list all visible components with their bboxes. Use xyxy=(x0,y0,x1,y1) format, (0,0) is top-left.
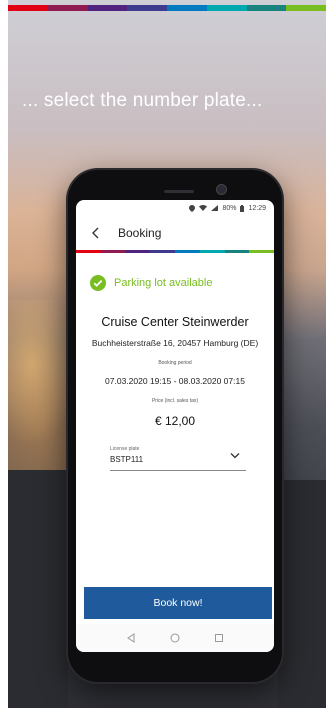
check-circle-icon xyxy=(90,275,106,291)
status-time: 12:29 xyxy=(248,204,266,212)
availability-text: Parking lot available xyxy=(114,277,213,289)
app-strip-segment xyxy=(249,250,274,253)
app-strip-segment xyxy=(76,250,101,253)
brand-color-strip xyxy=(8,5,326,11)
headline: ... select the number plate... xyxy=(22,90,263,111)
location-icon xyxy=(189,204,196,212)
booking-period-label: Booking period xyxy=(158,360,192,366)
nav-back-icon[interactable] xyxy=(126,633,136,643)
app-strip-segment xyxy=(125,250,151,253)
location-address: Buchheisterstraße 16, 20457 Hamburg (DE) xyxy=(91,338,259,348)
license-plate-dropdown[interactable]: License plate BSTP111 xyxy=(110,446,246,471)
hill xyxy=(8,470,68,708)
phone-screen: 80% 12:29 Booking Parking lot available … xyxy=(76,200,274,652)
back-arrow-icon[interactable] xyxy=(86,224,104,242)
nav-recents-icon[interactable] xyxy=(214,633,224,643)
signal-icon xyxy=(211,205,219,211)
location-name: Cruise Center Steinwerder xyxy=(101,315,249,329)
app-strip-segment xyxy=(100,250,126,253)
phone-camera xyxy=(216,184,227,195)
book-now-button[interactable]: Book now! xyxy=(84,587,272,619)
chevron-down-icon xyxy=(230,453,240,459)
background-photo: ... select the number plate... 80% 12:29… xyxy=(8,0,326,708)
nav-home-icon[interactable] xyxy=(170,633,180,643)
price-label: Price (incl. sales tax) xyxy=(151,398,199,404)
status-bar: 80% 12:29 xyxy=(76,200,274,216)
hill xyxy=(278,480,326,708)
app-strip-segment xyxy=(150,250,175,253)
app-color-strip xyxy=(76,250,274,253)
app-strip-segment xyxy=(199,250,225,253)
license-plate-value: BSTP111 xyxy=(110,455,144,464)
android-nav-bar xyxy=(76,624,274,652)
phone-speaker xyxy=(164,190,194,193)
brand-strip-segment xyxy=(47,5,88,11)
app-strip-segment xyxy=(224,250,250,253)
license-plate-label: License plate xyxy=(110,446,140,452)
phone-frame: 80% 12:29 Booking Parking lot available … xyxy=(68,170,282,682)
brand-strip-segment xyxy=(286,5,326,11)
battery-icon xyxy=(240,204,245,212)
brand-strip-segment xyxy=(87,5,128,11)
availability-status: Parking lot available xyxy=(90,275,274,291)
page-title: Booking xyxy=(118,226,162,240)
booking-period-value: 07.03.2020 19:15 - 08.03.2020 07:15 xyxy=(105,376,245,386)
brand-strip-segment xyxy=(8,5,48,11)
wifi-icon xyxy=(199,205,208,211)
battery-percent: 80% xyxy=(222,204,237,212)
brand-strip-segment xyxy=(167,5,207,11)
app-bar: Booking xyxy=(76,216,274,250)
brand-strip-segment xyxy=(246,5,287,11)
brand-strip-segment xyxy=(206,5,247,11)
price-value: € 12,00 xyxy=(154,414,196,428)
brand-strip-segment xyxy=(127,5,167,11)
app-strip-segment xyxy=(175,250,200,253)
